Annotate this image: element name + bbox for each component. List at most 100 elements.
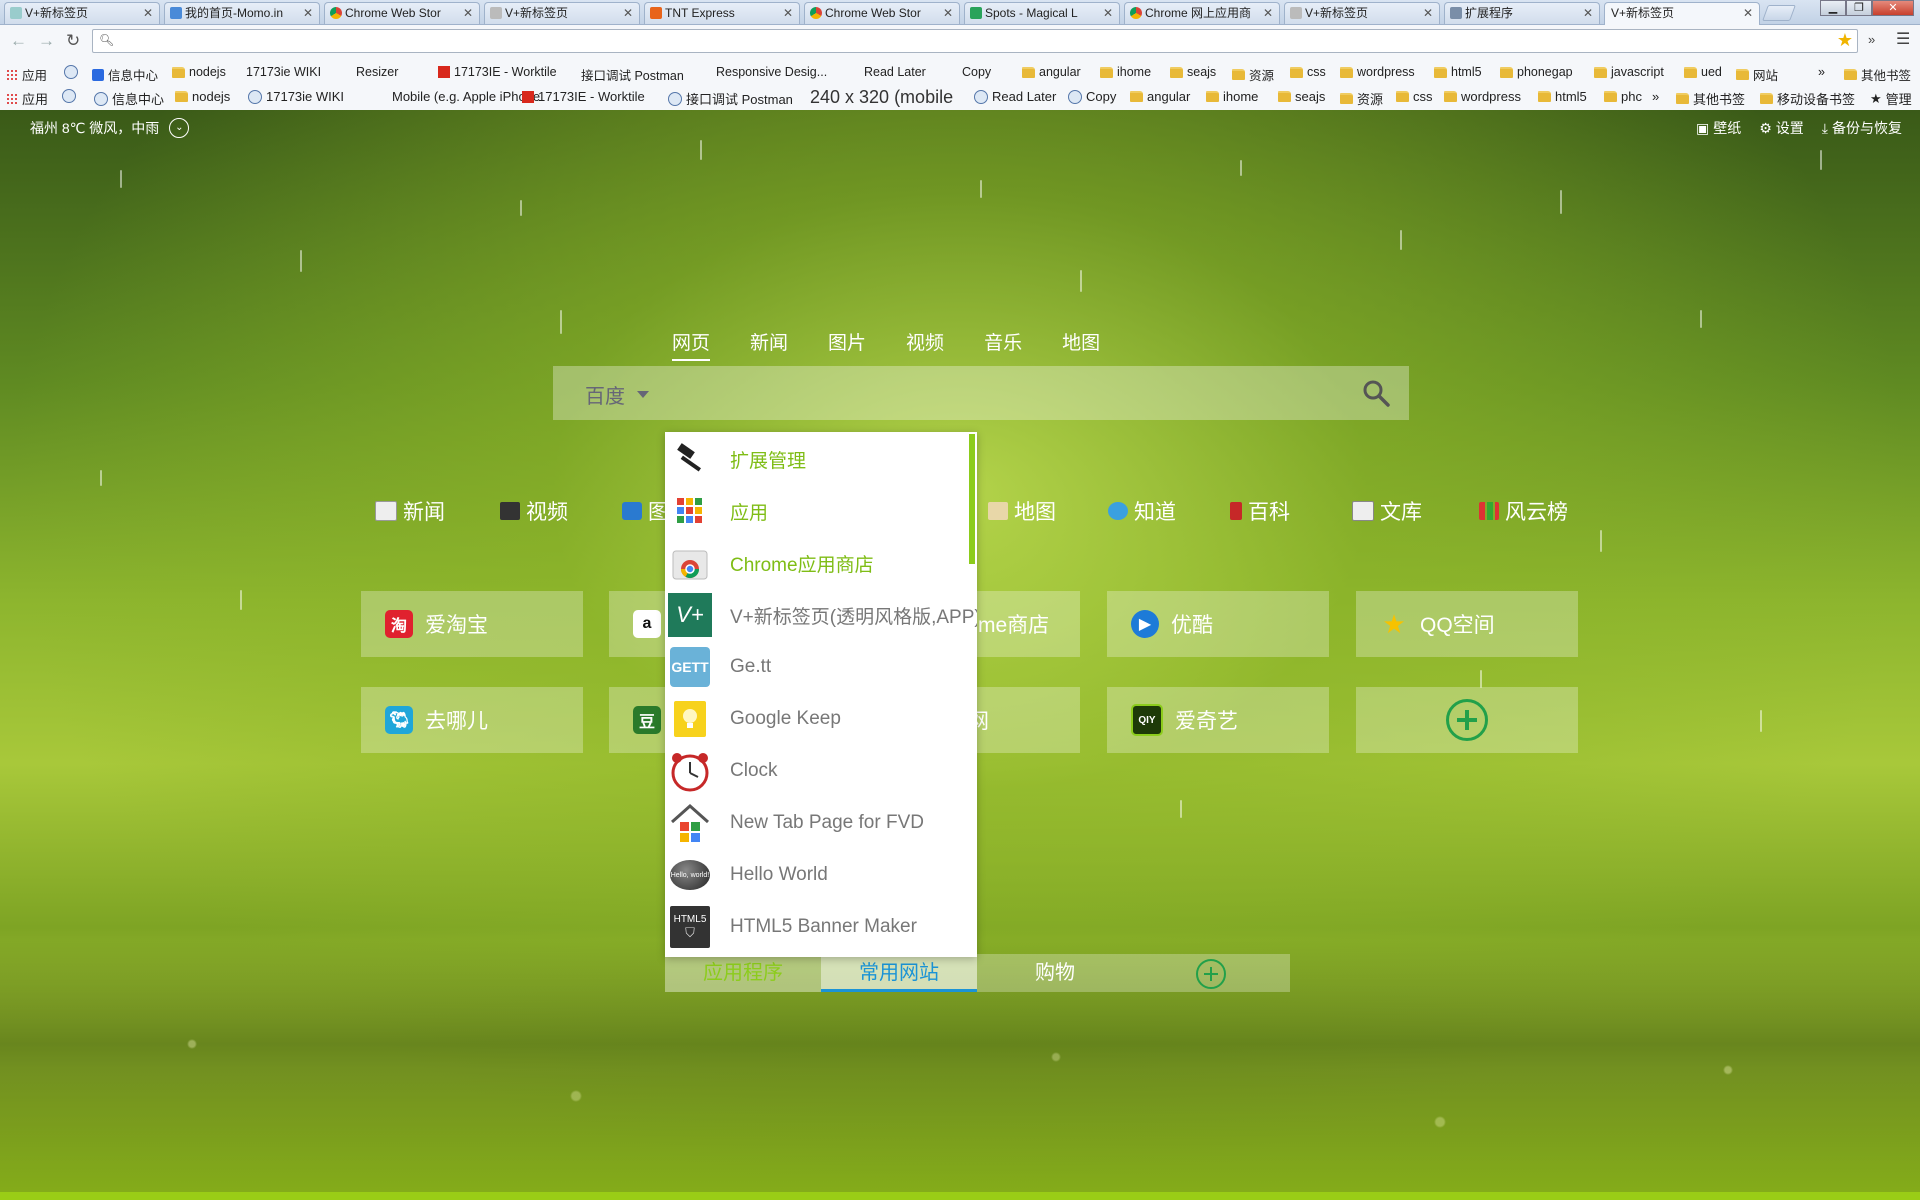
app-item-google-keep[interactable]: Google Keep [665, 693, 971, 745]
reload-icon[interactable]: ↻ [66, 31, 80, 51]
app-item-fvd[interactable]: New Tab Page for FVD [665, 797, 971, 849]
bookmark-item[interactable]: Mobile (e.g. Apple iPhone [392, 89, 540, 104]
bookmark-item[interactable]: seajs [1278, 89, 1325, 104]
browser-tab[interactable]: V+新标签页 ✕ [484, 2, 640, 24]
bookmark-item[interactable]: phc [1604, 89, 1642, 104]
bookmark-item[interactable]: phonegap [1500, 65, 1573, 79]
bookmark-item[interactable]: html5 [1434, 65, 1482, 79]
minimize-button[interactable]: ▁ [1820, 0, 1846, 16]
close-icon[interactable]: ✕ [783, 3, 793, 23]
close-icon[interactable]: ✕ [1423, 3, 1433, 23]
close-icon[interactable]: ✕ [463, 3, 473, 23]
tab-shopping[interactable]: 购物 [977, 954, 1133, 992]
bookmark-item[interactable]: 移动设备书签 [1760, 89, 1855, 108]
app-item-html5-banner[interactable]: HTML5 ⛉ HTML5 Banner Maker [665, 901, 971, 953]
browser-tab-active[interactable]: V+新标签页 ✕ [1604, 2, 1760, 25]
bookmark-item[interactable]: nodejs [175, 89, 230, 104]
browser-tab[interactable]: 扩展程序 ✕ [1444, 2, 1600, 24]
bookmark-item[interactable]: 资源 [1232, 65, 1274, 84]
bookmark-item[interactable]: Copy [1068, 89, 1116, 104]
extensions-overflow-icon[interactable]: » [1868, 32, 1875, 47]
bookmark-item[interactable]: ihome [1100, 65, 1151, 79]
forward-arrow-icon[interactable]: → [38, 31, 55, 51]
bookmarks-overflow[interactable]: » [1818, 65, 1825, 79]
bookmark-item[interactable]: 17173ie WIKI [246, 65, 321, 189]
bookmark-item[interactable]: 17173ie WIKI [248, 89, 344, 104]
wallpaper-button[interactable]: ▣ 壁纸 [1696, 118, 1741, 138]
bookmark-item[interactable]: ued [1684, 65, 1722, 79]
add-category-button[interactable] [1133, 954, 1289, 992]
bookmark-item[interactable]: wordpress [1340, 65, 1415, 79]
bookmark-item[interactable]: ihome [1206, 89, 1258, 104]
site-tile-qzone[interactable]: ★ QQ空间 [1356, 591, 1578, 657]
bookmark-item[interactable]: 接口调试 Postman [668, 89, 793, 108]
quicklink-zhidao[interactable]: 知道 [1108, 496, 1176, 526]
close-icon[interactable]: ✕ [1743, 3, 1753, 23]
bookmark-item[interactable]: 信息中心 [92, 65, 158, 84]
bookmark-item[interactable] [64, 65, 78, 79]
address-input[interactable] [117, 32, 1821, 52]
backup-restore-button[interactable]: ⤓ 备份与恢复 [1822, 118, 1902, 138]
site-tile-aitaobao[interactable]: 淘爱淘宝 [361, 591, 583, 657]
bookmark-item[interactable]: Resizer [356, 65, 398, 189]
browser-tab[interactable]: Spots - Magical L ✕ [964, 2, 1120, 24]
tab-music[interactable]: 音乐 [984, 328, 1022, 361]
bookmark-item[interactable]: 网站 [1736, 65, 1778, 84]
bookmark-item[interactable]: Responsive Desig... [716, 65, 827, 189]
quicklink-video[interactable]: 视频 [500, 496, 568, 526]
bookmark-item[interactable]: 17173IE - Worktile [522, 89, 645, 104]
app-item-vplus[interactable]: V+ V+新标签页(透明风格版,APP) [665, 589, 977, 641]
app-item-apps[interactable]: 应用 [665, 485, 971, 537]
tab-news[interactable]: 新闻 [750, 328, 788, 361]
quicklink-images[interactable]: 图 [622, 496, 669, 526]
maximize-button[interactable]: ❐ [1846, 0, 1872, 16]
quicklink-ranking[interactable]: 风云榜 [1479, 496, 1568, 526]
bookmark-item[interactable]: 资源 [1340, 89, 1383, 108]
bookmark-item[interactable]: Read Later [864, 65, 926, 189]
weather-widget[interactable]: 福州 8℃ 微风，中雨 ⌄ [30, 118, 190, 138]
settings-button[interactable]: ⚙ 设置 [1759, 118, 1804, 138]
bookmarks-overflow[interactable]: » [1652, 89, 1659, 104]
bookmark-item[interactable]: Read Later [974, 89, 1056, 104]
tab-apps[interactable]: 应用程序 [665, 954, 821, 992]
other-bookmarks[interactable]: 其他书签 [1844, 65, 1911, 84]
bookmark-item[interactable]: css [1396, 89, 1433, 104]
tab-web[interactable]: 网页 [672, 328, 711, 361]
tab-map[interactable]: 地图 [1062, 328, 1100, 361]
bookmark-item[interactable]: seajs [1170, 65, 1216, 79]
close-icon[interactable]: ✕ [943, 3, 953, 23]
site-tile-iqiyi[interactable]: QIY 爱奇艺 [1107, 687, 1329, 753]
quicklink-wenku[interactable]: 文库 [1352, 496, 1422, 526]
close-icon[interactable]: ✕ [1103, 3, 1113, 23]
tab-video[interactable]: 视频 [906, 328, 944, 361]
tab-images[interactable]: 图片 [828, 328, 866, 361]
chrome-menu-icon[interactable]: ☰ [1896, 29, 1910, 49]
browser-tab[interactable]: V+新标签页 ✕ [4, 2, 160, 24]
quicklink-map[interactable]: 地图 [988, 496, 1056, 526]
app-item-chrome-store[interactable]: Chrome应用商店 [665, 537, 971, 589]
bookmark-item[interactable]: css [1290, 65, 1326, 79]
bookmark-manager[interactable]: ★ 管理 [1870, 89, 1912, 108]
new-tab-button[interactable] [1762, 5, 1796, 21]
bookmark-item[interactable]: wordpress [1444, 89, 1521, 104]
browser-tab[interactable]: TNT Express ✕ [644, 2, 800, 24]
search-icon[interactable] [1361, 378, 1391, 408]
quicklink-news[interactable]: 新闻 [375, 496, 445, 526]
bookmark-item[interactable]: javascript [1594, 65, 1664, 79]
app-item-hello-world[interactable]: Hello, world! Hello World [665, 849, 971, 901]
quicklink-baike[interactable]: 百科 [1230, 496, 1290, 526]
bookmark-item[interactable] [62, 89, 76, 103]
close-icon[interactable]: ✕ [303, 3, 313, 23]
app-item-gett[interactable]: GETT Ge.tt [665, 641, 971, 693]
bookmark-item[interactable]: 接口调试 Postman [581, 65, 684, 189]
bookmark-item[interactable]: 其他书签 [1676, 89, 1745, 108]
browser-tab[interactable]: Chrome 网上应用商 ✕ [1124, 2, 1280, 24]
site-tile-youku[interactable]: ▶ 优酷 [1107, 591, 1329, 657]
close-icon[interactable]: ✕ [1583, 3, 1593, 23]
browser-tab[interactable]: Chrome Web Stor ✕ [324, 2, 480, 24]
site-tile-qunar[interactable]: 🐫︎ 去哪儿 [361, 687, 583, 753]
window-close-button[interactable]: ✕ [1872, 0, 1914, 16]
tab-common-sites[interactable]: 常用网站 [821, 954, 977, 992]
address-bar[interactable]: 🔍︎ ★ [92, 29, 1858, 53]
close-icon[interactable]: ✕ [1263, 3, 1273, 23]
